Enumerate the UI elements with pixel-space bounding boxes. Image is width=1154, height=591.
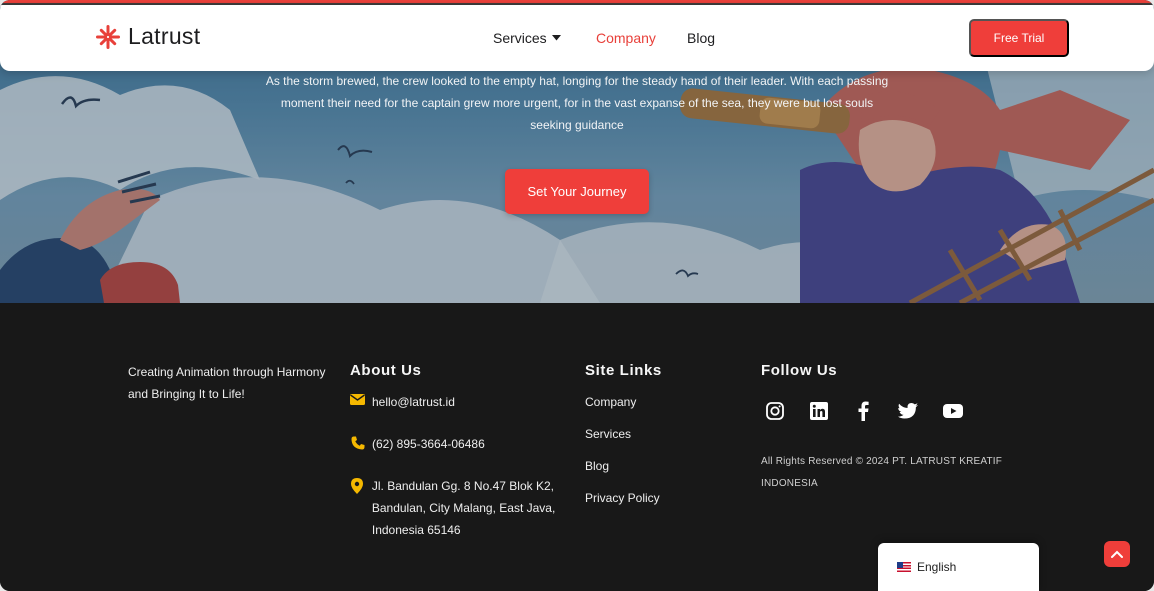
- chevron-up-icon: [1111, 550, 1123, 558]
- nav-company[interactable]: Company: [596, 30, 656, 46]
- set-your-journey-button[interactable]: Set Your Journey: [505, 169, 649, 214]
- contact-phone[interactable]: (62) 895-3664-06486: [350, 433, 485, 455]
- nav-services-label: Services: [493, 30, 547, 46]
- instagram-icon[interactable]: [764, 400, 786, 422]
- free-trial-button[interactable]: Free Trial: [969, 19, 1069, 57]
- email-text: hello@latrust.id: [372, 395, 455, 409]
- contact-email[interactable]: hello@latrust.id: [350, 391, 455, 413]
- latrust-logo-icon: [96, 24, 120, 49]
- phone-text: (62) 895-3664-06486: [372, 437, 485, 451]
- footer-link-services[interactable]: Services: [585, 427, 631, 441]
- map-pin-icon: [350, 475, 365, 541]
- follow-us-heading: Follow Us: [761, 362, 838, 379]
- address-text: Jl. Bandulan Gg. 8 No.47 Blok K2, Bandul…: [371, 479, 556, 537]
- site-header: Latrust Services Company Blog Free Trial: [0, 5, 1154, 71]
- twitter-icon[interactable]: [897, 400, 919, 422]
- nav-services[interactable]: Services: [493, 30, 561, 46]
- scroll-to-top-button[interactable]: [1104, 541, 1130, 567]
- phone-icon: [350, 433, 365, 455]
- envelope-icon: [350, 391, 365, 413]
- footer-link-privacy-policy[interactable]: Privacy Policy: [585, 491, 660, 505]
- caret-down-icon: [551, 35, 561, 41]
- hero-text: As the storm brewed, the crew looked to …: [265, 74, 889, 132]
- about-us-heading: About Us: [350, 362, 422, 379]
- footer-link-company[interactable]: Company: [585, 395, 636, 409]
- language-label: English: [917, 560, 957, 574]
- logo[interactable]: Latrust: [95, 23, 200, 50]
- nav-blog[interactable]: Blog: [687, 30, 715, 46]
- youtube-icon[interactable]: [942, 400, 964, 422]
- language-switcher[interactable]: English: [878, 543, 1039, 591]
- us-flag-icon: [897, 562, 911, 572]
- contact-address: Jl. Bandulan Gg. 8 No.47 Blok K2, Bandul…: [350, 475, 560, 541]
- footer-link-blog[interactable]: Blog: [585, 459, 609, 473]
- footer-tagline: Creating Animation through Harmony and B…: [128, 365, 326, 401]
- page: As the storm brewed, the crew looked to …: [0, 0, 1154, 591]
- site-links-heading: Site Links: [585, 362, 662, 379]
- site-footer: Creating Animation through Harmony and B…: [0, 303, 1154, 591]
- copyright-text: All Rights Reserved © 2024 PT. LATRUST K…: [761, 456, 1003, 489]
- brand-name: Latrust: [128, 23, 201, 49]
- facebook-icon[interactable]: [852, 400, 874, 422]
- linkedin-icon[interactable]: [808, 400, 830, 422]
